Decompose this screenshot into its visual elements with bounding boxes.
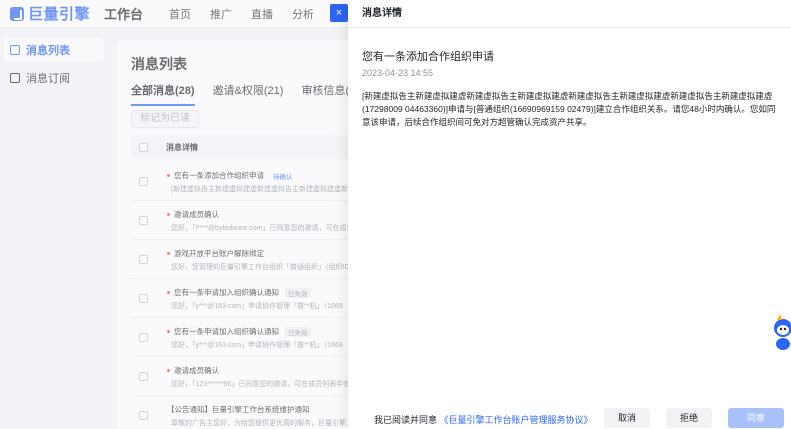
workbench-title: 工作台 [104, 7, 144, 22]
row-title: 您有一条申请加入组织确认通知 [174, 288, 279, 297]
message-time: 2023-04-23 14:55 [362, 68, 434, 78]
unread-dot-icon [167, 252, 170, 255]
message-list-icon [10, 45, 20, 55]
table-row[interactable]: 邀请成员确认 您好，「123******96」已同意您的邀请，可在成员列表中查 [131, 357, 357, 396]
logo[interactable]: 巨量引擎 [10, 3, 90, 24]
unread-dot-icon [167, 330, 170, 333]
tab-invite-permission[interactable]: 邀请&权限(21) [213, 82, 284, 106]
subscribe-icon [10, 73, 20, 83]
row-title: 游戏开放平台账户解除绑定 [174, 249, 264, 258]
table-row[interactable]: 游戏开放平台账户解除绑定 您好，您管理的巨量引擎工作台组织「普通组织」（组织ID [131, 240, 357, 279]
nav-live[interactable]: 直播 [251, 6, 273, 22]
row-checkbox[interactable] [139, 294, 148, 303]
row-desc: 您好，「123******96」已同意您的邀请，可在成员列表中查 [171, 381, 351, 388]
mark-read-button[interactable]: 标记为已读 [131, 110, 199, 128]
row-desc: 尊敬的广告主您好，为给您提供更优质的服务，巨量引擎工 [171, 420, 353, 427]
sidebar-item-label: 消息列表 [26, 45, 70, 57]
sidebar: 消息列表 消息订阅 [0, 28, 112, 429]
table-row[interactable]: 【公告通知】巨量引擎工作台系统维护通知 尊敬的广告主您好，为给您提供更优质的服务… [131, 396, 357, 429]
row-title: 邀请成员确认 [174, 366, 219, 375]
row-title: 您有一条申请加入组织确认通知 [174, 327, 279, 336]
unread-dot-icon [167, 174, 170, 177]
row-checkbox[interactable] [139, 333, 148, 342]
nav-home[interactable]: 首页 [169, 6, 191, 22]
reject-button[interactable]: 拒绝 [666, 408, 712, 428]
table-row[interactable]: 邀请成员确认 您好，「l****@bytedance.com」已同意您的邀请，可… [131, 201, 357, 240]
unread-dot-icon [167, 291, 170, 294]
message-tabs: 全部消息(28) 邀请&权限(21) 审核信息(1) 财 [131, 82, 357, 106]
column-header-detail: 消息详情 [166, 142, 198, 152]
message-list-panel: 消息列表 全部消息(28) 邀请&权限(21) 审核信息(1) 财 标记为已读 … [117, 40, 357, 429]
table-header: 消息详情 [131, 135, 357, 159]
agreement-link[interactable]: 《巨量引擎工作台账户管理服务协议》 [440, 415, 593, 425]
row-title: 您有一条添加合作组织申请 [174, 171, 264, 180]
message-body: [新建虚拟告主新建虚拟建虚新建虚拟告主新建虚拟建虚新建虚拟告主新建虚拟建虚新建虚… [362, 91, 776, 127]
unread-dot-icon [167, 213, 170, 216]
table-row[interactable]: 您有一条申请加入组织确认通知 已失效 您好，「y***@163.com」申请协作… [131, 279, 357, 318]
row-title: 邀请成员确认 [174, 210, 219, 219]
sidebar-item-message-list[interactable]: 消息列表 [4, 38, 104, 62]
select-all-checkbox[interactable] [139, 142, 148, 152]
status-badge: 已失效 [285, 326, 311, 337]
close-drawer-button[interactable]: × [330, 4, 348, 22]
agreement-prefix: 我已阅读并同意 [374, 415, 438, 425]
row-checkbox[interactable] [139, 372, 148, 381]
sidebar-item-label: 消息订阅 [26, 73, 70, 85]
cancel-button[interactable]: 取消 [604, 408, 650, 428]
table-row[interactable]: 您有一条添加合作组织申请 待确认 [新建虚拟告主新建虚拟建虚新建虚拟告主新建虚拟… [131, 162, 357, 201]
page-title: 消息列表 [131, 56, 187, 72]
unread-dot-icon [167, 369, 170, 372]
status-badge: 待确认 [273, 173, 293, 181]
row-checkbox[interactable] [139, 177, 148, 186]
row-checkbox[interactable] [139, 411, 148, 420]
tab-all[interactable]: 全部消息(28) [131, 82, 195, 106]
agree-button[interactable]: 同意 [728, 408, 784, 428]
agreement-text: 我已阅读并同意 《巨量引擎工作台账户管理服务协议》 [374, 413, 593, 426]
row-checkbox[interactable] [139, 255, 148, 264]
row-desc: [新建虚拟告主新建虚拟建虚新建虚拟告主新建虚拟建虚新建虚 [171, 186, 357, 193]
logo-icon [10, 6, 24, 21]
row-title: 【公告通知】巨量引擎工作台系统维护通知 [167, 405, 310, 414]
row-desc: 您好，您管理的巨量引擎工作台组织「普通组织」（组织ID [171, 264, 350, 271]
message-rows: 您有一条添加合作组织申请 待确认 [新建虚拟告主新建虚拟建虚新建虚拟告主新建虚拟… [131, 162, 357, 429]
status-badge: 已失效 [285, 287, 311, 298]
row-desc: 您好，「l****@bytedance.com」已同意您的邀请，可在成员 [171, 225, 354, 232]
nav-promotion[interactable]: 推广 [210, 6, 232, 22]
sidebar-item-message-subscribe[interactable]: 消息订阅 [4, 66, 104, 90]
nav-analysis[interactable]: 分析 [292, 6, 314, 22]
drawer-footer: 我已阅读并同意 《巨量引擎工作台账户管理服务协议》 取消 拒绝 同意 [348, 400, 791, 429]
message-detail-drawer: 消息详情 您有一条添加合作组织申请 2023-04-23 14:55 [新建虚拟… [348, 0, 791, 429]
row-checkbox[interactable] [139, 216, 148, 225]
mascot-icon[interactable] [769, 312, 791, 352]
logo-text: 巨量引擎 [28, 6, 91, 23]
table-row[interactable]: 您有一条申请加入组织确认通知 已失效 您好，「y***@163.com」申请协作… [131, 318, 357, 357]
row-desc: 您好，「y***@163.com」申请协作管理「普**机」（1669 [171, 342, 343, 349]
row-desc: 您好，「y***@163.com」申请协作管理「普**机」（1669 [171, 303, 343, 310]
message-title: 您有一条添加合作组织申请 [362, 51, 494, 63]
drawer-title: 消息详情 [348, 0, 791, 28]
